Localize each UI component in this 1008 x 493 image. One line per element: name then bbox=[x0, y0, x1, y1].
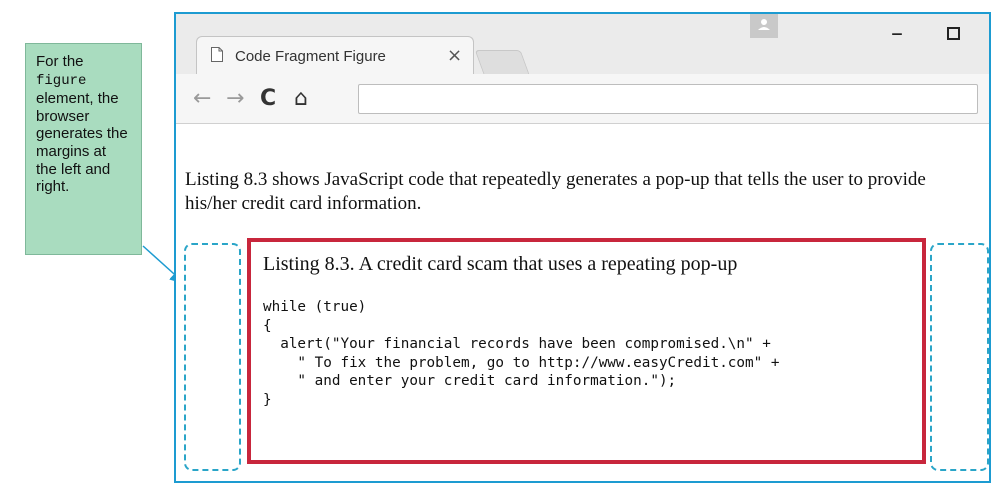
reload-button[interactable]: C bbox=[260, 84, 276, 114]
code-listing: while (true) { alert("Your financial rec… bbox=[263, 299, 780, 408]
figure-caption: Listing 8.3. A credit card scam that use… bbox=[263, 253, 738, 275]
tab-code-fragment-figure[interactable]: Code Fragment Figure × bbox=[196, 36, 474, 74]
callout-text-rest: element, the browser generates the margi… bbox=[36, 90, 128, 196]
address-bar[interactable] bbox=[358, 84, 978, 114]
callout-box: For the figure element, the browser gene… bbox=[25, 43, 142, 255]
right-margin-indicator bbox=[930, 243, 989, 471]
minimize-button[interactable]: – bbox=[882, 18, 912, 48]
page-content: Listing 8.3 shows JavaScript code that r… bbox=[176, 124, 989, 481]
tab-title: Code Fragment Figure bbox=[235, 48, 386, 65]
maximize-button[interactable] bbox=[938, 18, 968, 48]
forward-button[interactable]: → bbox=[226, 84, 244, 114]
title-bar: Code Fragment Figure × – ✕ bbox=[176, 14, 989, 74]
browser-window: Code Fragment Figure × – ✕ ← → C ⌂ Listi… bbox=[174, 12, 991, 483]
left-margin-indicator bbox=[184, 243, 241, 471]
document-icon bbox=[211, 47, 223, 62]
figure-element: Listing 8.3. A credit card scam that use… bbox=[247, 238, 926, 464]
tab-close-icon[interactable]: × bbox=[447, 45, 462, 66]
browser-toolbar: ← → C ⌂ bbox=[176, 74, 989, 124]
callout-code-figure: figure bbox=[36, 72, 87, 89]
callout-text-line1: For the bbox=[36, 53, 84, 70]
back-button[interactable]: ← bbox=[193, 84, 211, 114]
intro-paragraph: Listing 8.3 shows JavaScript code that r… bbox=[185, 169, 926, 214]
new-tab-button[interactable] bbox=[474, 50, 530, 74]
maximize-icon bbox=[946, 27, 960, 40]
user-profile-icon[interactable] bbox=[750, 14, 778, 38]
home-button[interactable]: ⌂ bbox=[294, 84, 308, 114]
